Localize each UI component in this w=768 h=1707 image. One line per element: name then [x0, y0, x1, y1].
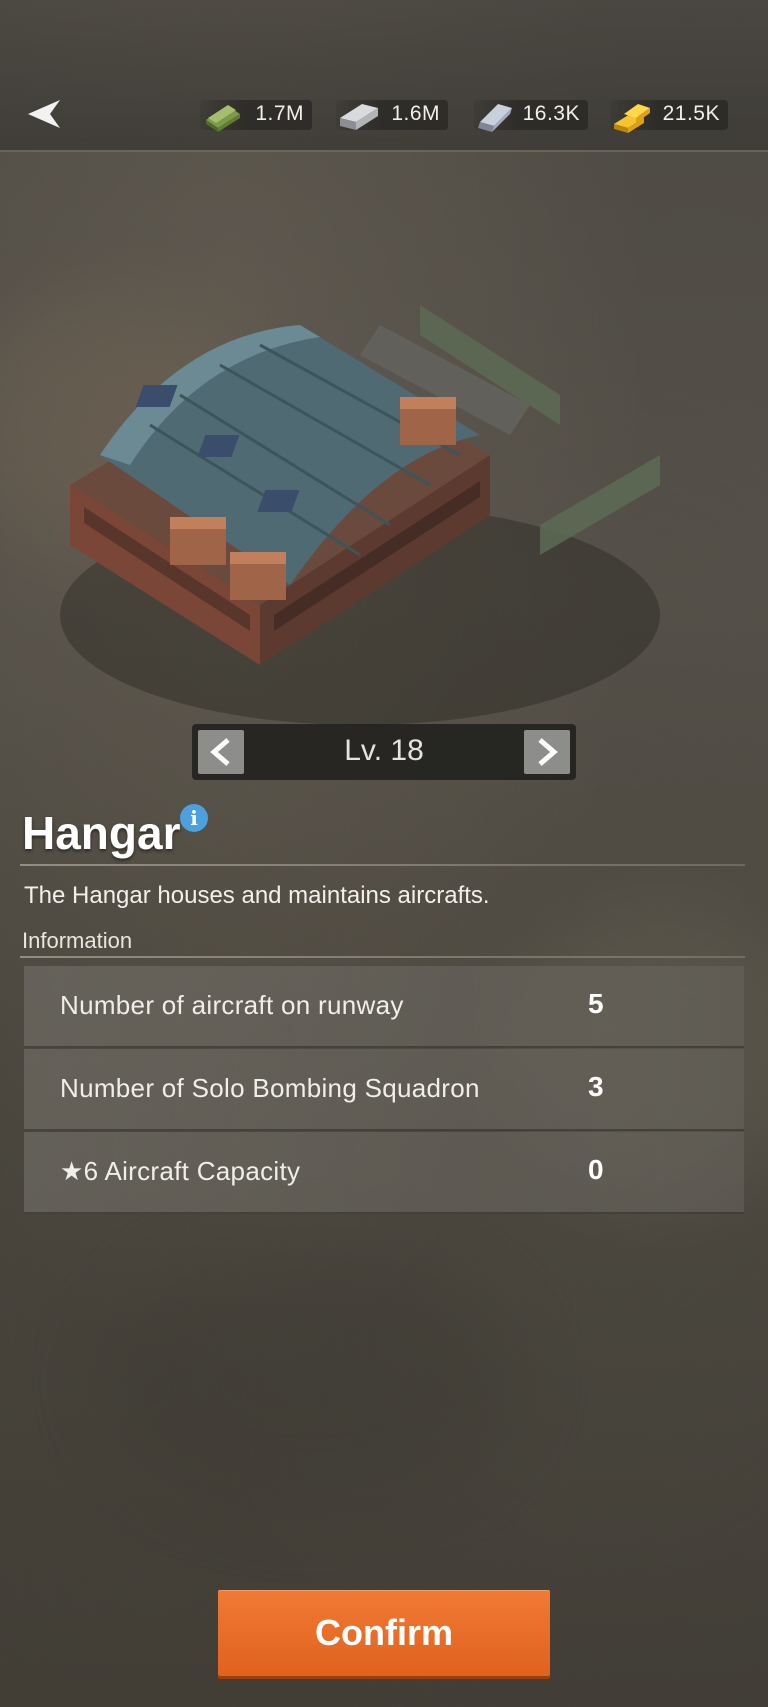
resource-gold[interactable]: 21.5K: [610, 96, 728, 133]
next-level-button[interactable]: [524, 730, 570, 774]
stat-row-aircraft-capacity: ★6 Aircraft Capacity 0: [24, 1132, 744, 1214]
back-button[interactable]: [26, 96, 66, 132]
information-heading: Information: [22, 928, 133, 953]
resource-top-bar: 1.7M 1.6M 16.3K 21.5K: [0, 0, 768, 152]
steel-ingot-icon: [340, 104, 378, 130]
level-label: Lv. 18: [344, 734, 424, 767]
cash-bundle-icon: [206, 105, 240, 132]
fence: [540, 455, 660, 555]
divider: [20, 864, 745, 866]
stat-row-bombing-squadron: Number of Solo Bombing Squadron 3: [24, 1049, 744, 1131]
resource-value: 1.7M: [255, 102, 304, 125]
stat-value: 0: [588, 1154, 604, 1185]
building-title: Hangar: [22, 807, 181, 859]
hangar-building-image: [60, 305, 660, 725]
background-blur: [100, 1250, 520, 1510]
resource-steel[interactable]: 1.6M: [336, 96, 448, 132]
divider: [20, 956, 745, 958]
chevron-right-icon: [538, 738, 558, 766]
info-icon[interactable]: i: [180, 804, 208, 832]
stat-value: 3: [588, 1071, 604, 1102]
stat-label: ★6 Aircraft Capacity: [60, 1156, 301, 1186]
building-description: The Hangar houses and maintains aircraft…: [24, 882, 490, 909]
confirm-button[interactable]: Confirm: [218, 1590, 550, 1676]
stat-label: Number of aircraft on runway: [60, 990, 404, 1020]
resource-value: 1.6M: [391, 102, 440, 125]
resource-value: 21.5K: [662, 102, 720, 125]
back-arrow-icon: [28, 100, 60, 128]
resource-cash[interactable]: 1.7M: [200, 96, 312, 132]
resource-silver[interactable]: 16.3K: [474, 96, 588, 132]
stat-row-runway-aircraft: Number of aircraft on runway 5: [24, 966, 744, 1048]
stat-label: Number of Solo Bombing Squadron: [60, 1073, 480, 1103]
resource-value: 16.3K: [522, 102, 580, 125]
silver-ingot-icon: [478, 104, 512, 132]
gold-bars-icon: [614, 104, 650, 133]
stat-value: 5: [588, 988, 604, 1019]
level-selector: Lv. 18: [192, 724, 576, 780]
